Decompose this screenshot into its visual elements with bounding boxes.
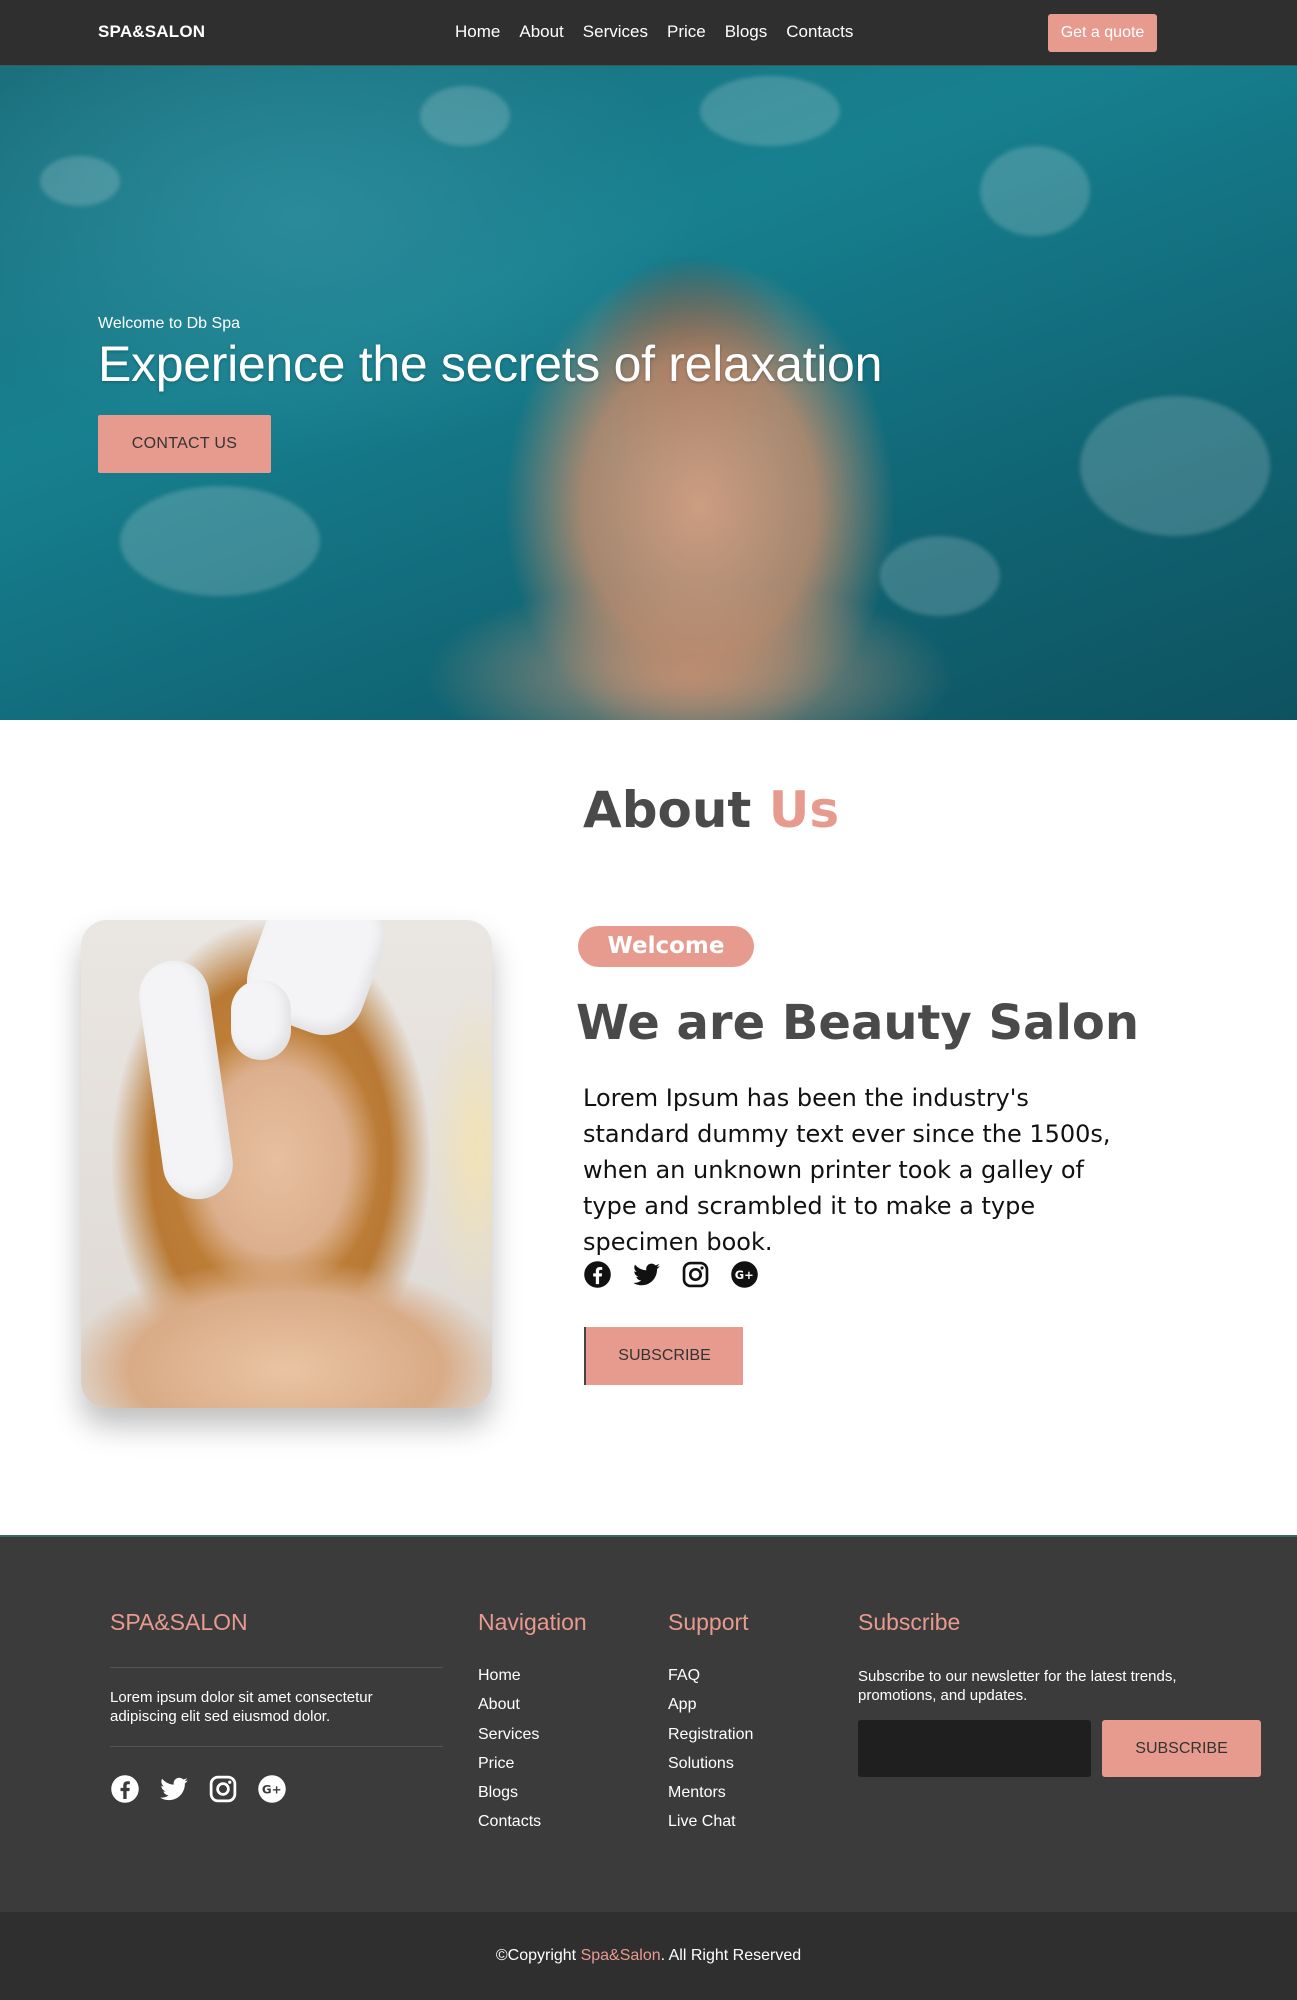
footer-support-mentors[interactable]: Mentors xyxy=(668,1784,753,1813)
footer-support-solutions[interactable]: Solutions xyxy=(668,1755,753,1784)
copyright-brand[interactable]: Spa&Salon xyxy=(581,1947,661,1964)
footer-divider xyxy=(110,1746,443,1747)
footer-subscribe-button[interactable]: SUBSCRIBE xyxy=(1102,1720,1261,1777)
twitter-icon[interactable] xyxy=(632,1260,661,1289)
facebook-icon[interactable] xyxy=(583,1260,612,1289)
footer-support-list: FAQ App Registration Solutions Mentors L… xyxy=(668,1667,753,1843)
twitter-icon[interactable] xyxy=(159,1774,189,1804)
nav-link-price[interactable]: Price xyxy=(667,22,706,42)
svg-text:G+: G+ xyxy=(262,1783,282,1797)
google-plus-icon[interactable]: G+ xyxy=(730,1260,759,1289)
site-footer: SPA&SALON Lorem ipsum dolor sit amet con… xyxy=(0,1535,1297,1912)
footer-support-title: Support xyxy=(668,1609,749,1635)
svg-text:G+: G+ xyxy=(735,1268,754,1282)
nav-link-contacts[interactable]: Contacts xyxy=(786,22,853,42)
about-social-links: G+ xyxy=(583,1260,759,1289)
footer-nav-price[interactable]: Price xyxy=(478,1755,541,1784)
footer-subscribe-text: Subscribe to our newsletter for the late… xyxy=(858,1668,1177,1704)
about-description: Lorem Ipsum has been the industry's stan… xyxy=(583,1084,1111,1256)
nav-link-blogs[interactable]: Blogs xyxy=(725,22,768,42)
footer-nav-contacts[interactable]: Contacts xyxy=(478,1813,541,1842)
nav-link-about[interactable]: About xyxy=(519,22,563,42)
copyright-bar: ©Copyright Spa&Salon. All Right Reserved xyxy=(0,1912,1297,2000)
contact-us-button[interactable]: CONTACT US xyxy=(98,415,271,473)
footer-nav-blogs[interactable]: Blogs xyxy=(478,1784,541,1813)
hero-banner: Welcome to Db Spa Experience the secrets… xyxy=(0,66,1297,720)
nav-link-home[interactable]: Home xyxy=(455,22,500,42)
footer-divider xyxy=(110,1667,443,1668)
hero-eyebrow: Welcome to Db Spa xyxy=(98,315,240,332)
get-quote-button[interactable]: Get a quote xyxy=(1048,14,1157,52)
footer-support-app[interactable]: App xyxy=(668,1696,753,1725)
footer-subscribe-title: Subscribe xyxy=(858,1609,961,1635)
copyright-prefix: ©Copyright xyxy=(495,1947,581,1964)
facebook-icon[interactable] xyxy=(110,1774,140,1804)
footer-navigation-title: Navigation xyxy=(478,1609,587,1635)
footer-support-live-chat[interactable]: Live Chat xyxy=(668,1813,753,1842)
nav-link-services[interactable]: Services xyxy=(583,22,648,42)
footer-description: Lorem ipsum dolor sit amet consectetur a… xyxy=(110,1689,373,1725)
about-subscribe-button[interactable]: SUBSCRIBE xyxy=(584,1327,743,1385)
brand-logo[interactable]: SPA&SALON xyxy=(98,22,205,42)
instagram-icon[interactable] xyxy=(208,1774,238,1804)
instagram-icon[interactable] xyxy=(681,1260,710,1289)
welcome-badge: Welcome xyxy=(578,926,754,967)
salon-title: We are Beauty Salon xyxy=(576,995,1140,1051)
about-heading-main: About xyxy=(583,781,752,839)
footer-nav-about[interactable]: About xyxy=(478,1696,541,1725)
footer-brand[interactable]: SPA&SALON xyxy=(110,1609,248,1636)
footer-support-faq[interactable]: FAQ xyxy=(668,1667,753,1696)
newsletter-email-input[interactable] xyxy=(858,1720,1091,1777)
about-heading-accent: Us xyxy=(768,781,840,839)
copyright-suffix: . All Right Reserved xyxy=(660,1947,802,1964)
hero-title: Experience the secrets of relaxation xyxy=(98,336,883,392)
footer-nav-services[interactable]: Services xyxy=(478,1726,541,1755)
about-heading: About Us xyxy=(583,781,839,839)
footer-social-links: G+ xyxy=(110,1774,287,1804)
footer-nav-home[interactable]: Home xyxy=(478,1667,541,1696)
footer-support-registration[interactable]: Registration xyxy=(668,1726,753,1755)
google-plus-icon[interactable]: G+ xyxy=(257,1774,287,1804)
about-photo xyxy=(81,920,492,1408)
footer-navigation-list: Home About Services Price Blogs Contacts xyxy=(478,1667,541,1843)
top-navbar: SPA&SALON Home About Services Price Blog… xyxy=(0,0,1297,66)
main-menu: Home About Services Price Blogs Contacts xyxy=(455,22,853,42)
